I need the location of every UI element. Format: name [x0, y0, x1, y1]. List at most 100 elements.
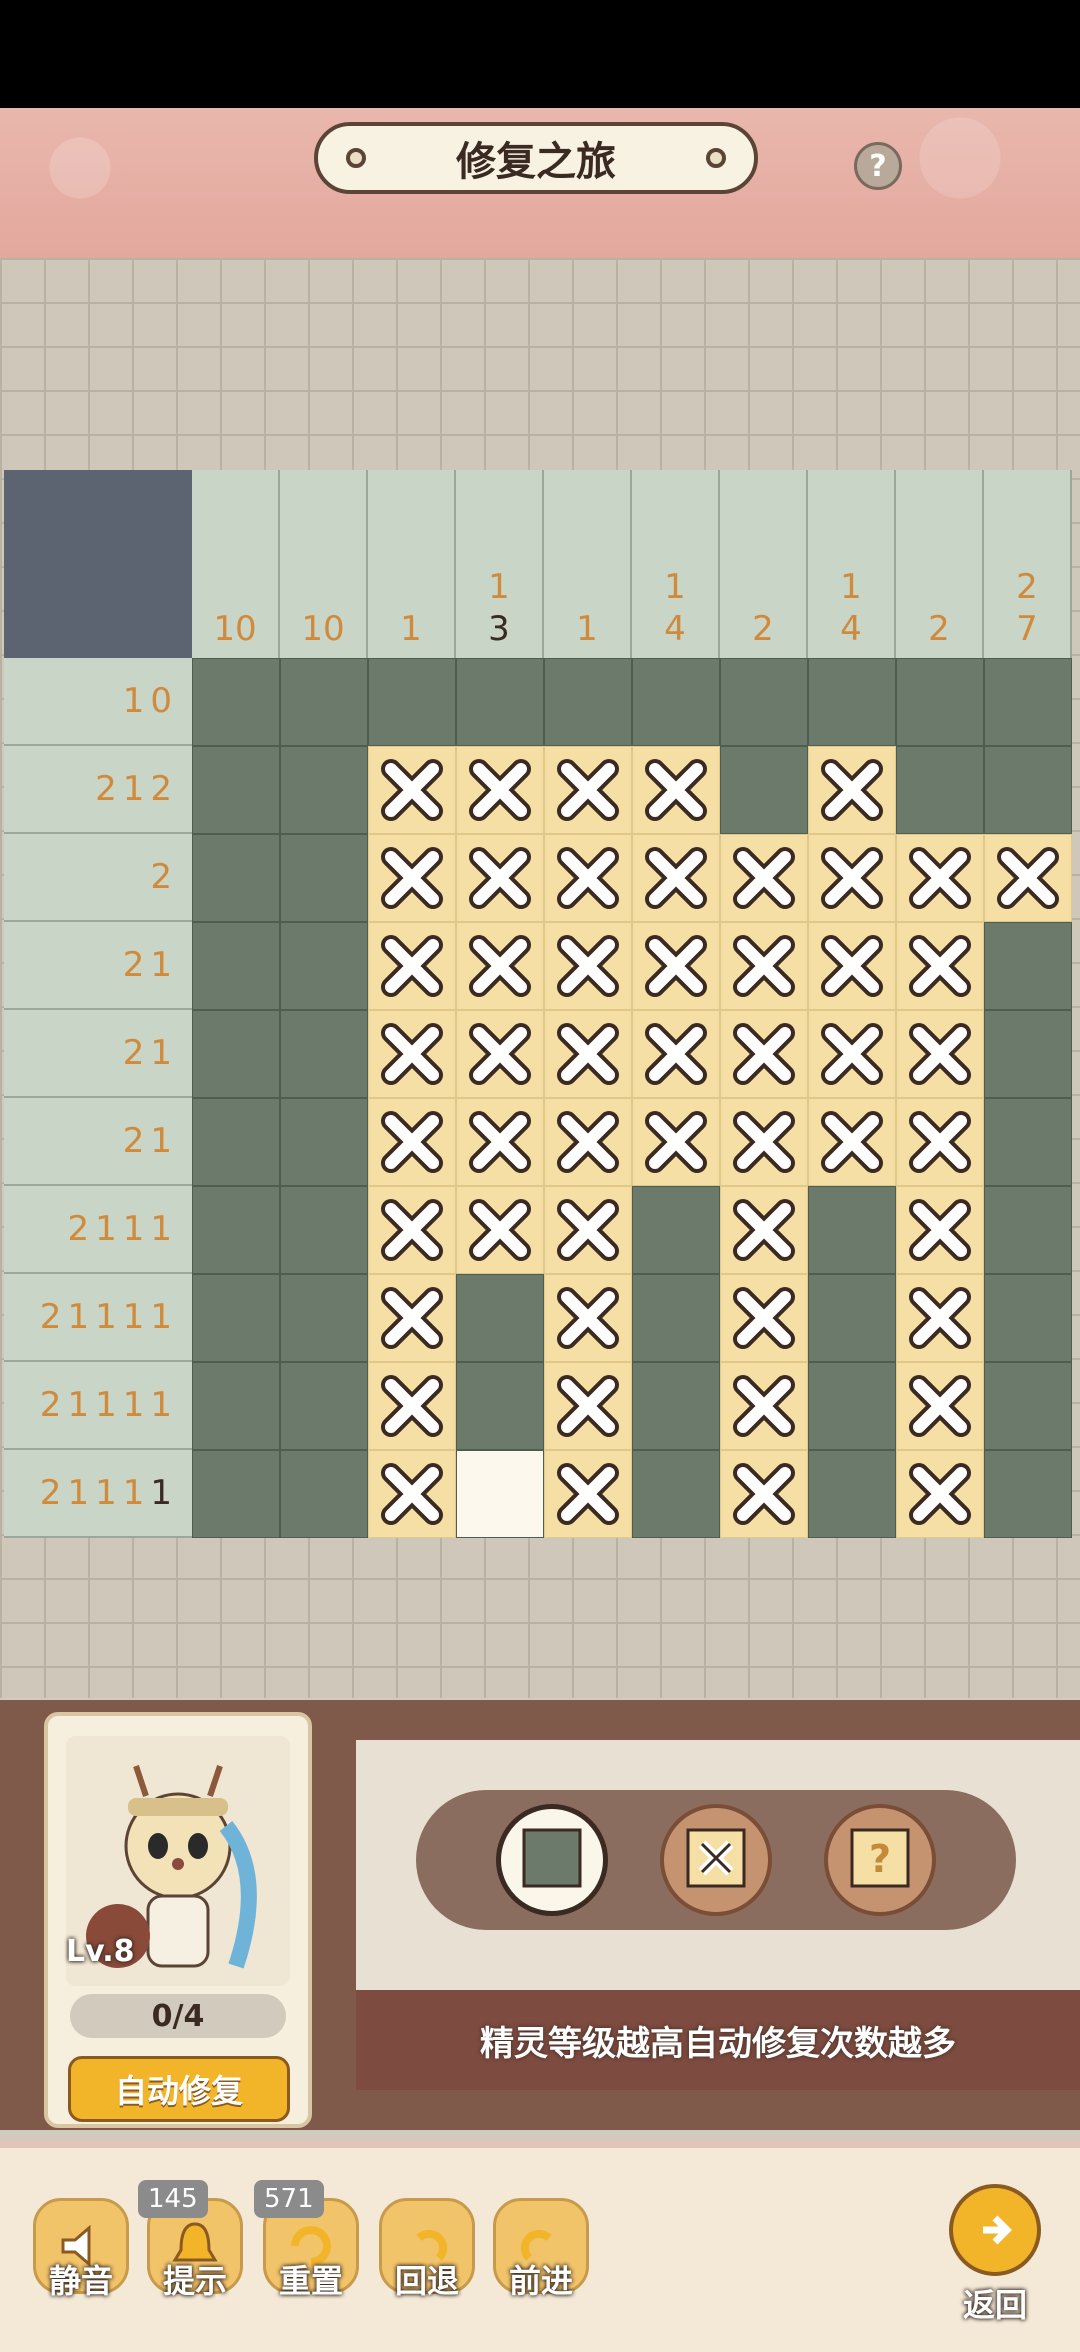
grid-cell-marked[interactable]: [544, 1186, 632, 1274]
grid-cell-filled[interactable]: [808, 1274, 896, 1362]
grid-cell-marked[interactable]: [368, 1362, 456, 1450]
question-icon[interactable]: ?: [854, 142, 902, 190]
grid-cell-marked[interactable]: [632, 834, 720, 922]
grid-cell-marked[interactable]: [632, 1010, 720, 1098]
grid-cell-marked[interactable]: [456, 922, 544, 1010]
grid-cell-filled[interactable]: [984, 746, 1072, 834]
grid-cell-marked[interactable]: [368, 1098, 456, 1186]
grid-cell-filled[interactable]: [544, 658, 632, 746]
grid-cell-marked[interactable]: [456, 1098, 544, 1186]
grid-cell-marked[interactable]: [720, 922, 808, 1010]
grid-cell-filled[interactable]: [280, 922, 368, 1010]
grid-cell-marked[interactable]: [368, 922, 456, 1010]
grid-cell-filled[interactable]: [280, 658, 368, 746]
grid-cell-filled[interactable]: [896, 746, 984, 834]
grid-cell-filled[interactable]: [808, 1186, 896, 1274]
grid-cell-marked[interactable]: [368, 834, 456, 922]
mark-tool-button[interactable]: [660, 1804, 772, 1916]
grid-cell-marked[interactable]: [984, 834, 1072, 922]
grid-cell-marked[interactable]: [544, 1098, 632, 1186]
grid-cell-filled[interactable]: [984, 922, 1072, 1010]
grid-cell-filled[interactable]: [280, 834, 368, 922]
grid-cell-filled[interactable]: [192, 746, 280, 834]
grid-cell-marked[interactable]: [720, 1274, 808, 1362]
grid-cell-filled[interactable]: [280, 1274, 368, 1362]
grid-cell-filled[interactable]: [808, 1450, 896, 1538]
grid-cell-filled[interactable]: [720, 658, 808, 746]
grid-cell-filled[interactable]: [984, 1274, 1072, 1362]
grid-cell-marked[interactable]: [720, 1450, 808, 1538]
redo-button[interactable]: 前进: [490, 2198, 592, 2308]
return-button[interactable]: 返回: [940, 2184, 1050, 2324]
grid-cell-marked[interactable]: [544, 834, 632, 922]
grid-cell-marked[interactable]: [368, 1450, 456, 1538]
grid-cell-filled[interactable]: [984, 1010, 1072, 1098]
grid-cell-filled[interactable]: [280, 746, 368, 834]
grid-cell-empty[interactable]: [456, 1450, 544, 1538]
grid-cell-marked[interactable]: [632, 922, 720, 1010]
grid-cell-marked[interactable]: [720, 1010, 808, 1098]
grid-cell-filled[interactable]: [632, 1450, 720, 1538]
reset-button[interactable]: 571 重置: [254, 2180, 362, 2308]
grid-cell-marked[interactable]: [896, 1098, 984, 1186]
grid-cell-marked[interactable]: [720, 1362, 808, 1450]
grid-cell-marked[interactable]: [368, 1274, 456, 1362]
grid-cell-marked[interactable]: [544, 922, 632, 1010]
grid-cell-filled[interactable]: [192, 1186, 280, 1274]
grid-cell-filled[interactable]: [280, 1450, 368, 1538]
grid-cell-filled[interactable]: [456, 1362, 544, 1450]
grid-cell-filled[interactable]: [720, 746, 808, 834]
grid-cell-marked[interactable]: [544, 1010, 632, 1098]
grid-cell-marked[interactable]: [896, 1186, 984, 1274]
grid-cell-filled[interactable]: [456, 658, 544, 746]
grid-cell-filled[interactable]: [896, 658, 984, 746]
undo-button[interactable]: 回退: [376, 2198, 478, 2308]
grid-cell-marked[interactable]: [368, 1186, 456, 1274]
unknown-tool-button[interactable]: ?: [824, 1804, 936, 1916]
grid-cell-marked[interactable]: [896, 1010, 984, 1098]
grid-cell-filled[interactable]: [192, 922, 280, 1010]
grid-cell-filled[interactable]: [192, 1274, 280, 1362]
grid-cell-filled[interactable]: [192, 1450, 280, 1538]
grid-cell-marked[interactable]: [544, 1362, 632, 1450]
grid-cell-filled[interactable]: [984, 1450, 1072, 1538]
grid-cell-marked[interactable]: [720, 834, 808, 922]
grid-cell-filled[interactable]: [280, 1010, 368, 1098]
grid-cell-marked[interactable]: [544, 1450, 632, 1538]
grid-cell-marked[interactable]: [456, 834, 544, 922]
grid-cell-marked[interactable]: [808, 1010, 896, 1098]
grid-cell-filled[interactable]: [456, 1274, 544, 1362]
grid-cell-filled[interactable]: [808, 658, 896, 746]
mute-button[interactable]: 静音: [30, 2198, 132, 2308]
grid-cell-marked[interactable]: [544, 1274, 632, 1362]
grid-cell-marked[interactable]: [456, 746, 544, 834]
grid-cell-marked[interactable]: [896, 834, 984, 922]
grid-cell-filled[interactable]: [192, 834, 280, 922]
grid-cell-marked[interactable]: [896, 1274, 984, 1362]
grid-cell-marked[interactable]: [456, 1010, 544, 1098]
grid-cell-marked[interactable]: [720, 1098, 808, 1186]
auto-repair-button[interactable]: 自动修复: [68, 2056, 290, 2122]
grid-cell-filled[interactable]: [984, 658, 1072, 746]
grid-cell-marked[interactable]: [456, 1186, 544, 1274]
grid-cell-marked[interactable]: [896, 1362, 984, 1450]
grid-cell-filled[interactable]: [984, 1098, 1072, 1186]
grid-cell-marked[interactable]: [896, 1450, 984, 1538]
grid-cell-filled[interactable]: [368, 658, 456, 746]
grid-cell-marked[interactable]: [720, 1186, 808, 1274]
grid-cell-filled[interactable]: [632, 658, 720, 746]
grid-cell-filled[interactable]: [192, 1362, 280, 1450]
grid-cell-marked[interactable]: [808, 1098, 896, 1186]
grid-cell-filled[interactable]: [632, 1186, 720, 1274]
grid-cell-marked[interactable]: [808, 746, 896, 834]
grid-cell-marked[interactable]: [544, 746, 632, 834]
grid-cell-filled[interactable]: [632, 1274, 720, 1362]
grid-cell-filled[interactable]: [192, 1010, 280, 1098]
grid-cell-filled[interactable]: [280, 1362, 368, 1450]
grid-cell-filled[interactable]: [984, 1362, 1072, 1450]
grid-cell-filled[interactable]: [192, 658, 280, 746]
grid-cell-marked[interactable]: [632, 1098, 720, 1186]
fill-tool-button[interactable]: [496, 1804, 608, 1916]
grid-cell-filled[interactable]: [632, 1362, 720, 1450]
grid-cell-marked[interactable]: [368, 746, 456, 834]
